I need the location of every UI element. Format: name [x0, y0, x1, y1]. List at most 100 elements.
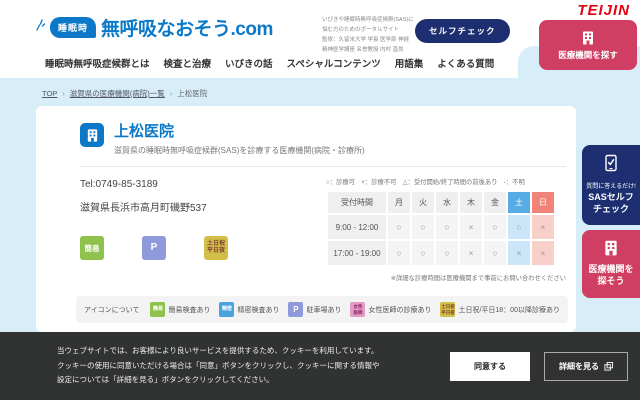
schedule-time: 17:00 - 19:00 [328, 241, 386, 265]
main-nav: 睡眠時無呼吸症候群とは 検査と治療 いびきの話 スペシャルコンテンツ 用語集 よ… [45, 56, 494, 70]
icon-legend-title: アイコンについて [84, 305, 139, 315]
site-tagline: いびきや睡眠時無呼吸症候群(SAS)に悩む方のためのポータルサイト 監修：久留米… [322, 16, 414, 56]
clinic-contact-column: Tel:0749-85-3189 滋賀県長浜市高月町磯野537 簡易 P 土日祝… [80, 177, 326, 282]
clinic-address: 滋賀県長浜市高月町磯野537 [80, 199, 326, 214]
schedule-mark-sat: × [508, 241, 530, 265]
selfcheck-button[interactable]: セルフチェック [415, 19, 510, 43]
schedule-mark-sun: × [532, 241, 554, 265]
cookie-line2: クッキーの使用に同意いただける場合は「同意」ボタンをクリックし、クッキーに関する… [57, 359, 436, 374]
breadcrumb-separator: › [62, 89, 65, 98]
schedule-header-sat: 土 [508, 192, 530, 213]
schedule-mark: ○ [388, 215, 410, 239]
logo-badge: 睡眠時 [50, 17, 96, 38]
site-header: 睡眠時 無呼吸なおそう.com いびきや睡眠時無呼吸症候群(SAS)に悩む方のた… [0, 0, 640, 78]
schedule-mark: ○ [484, 215, 506, 239]
breadcrumb-top-link[interactable]: TOP [42, 89, 57, 98]
schedule-legend: ○：診療可 ×：診療不可 △：受付開始/終了時間の前後あり -：不明 [326, 177, 568, 186]
clinic-card: 上松医院 滋賀県の睡眠時無呼吸症候群(SAS)を診療する医療機関(病院・診療所)… [36, 106, 576, 332]
logo-spark-icon [36, 19, 45, 31]
nav-item-faq[interactable]: よくある質問 [437, 56, 494, 70]
legend-item-simple: 簡易 簡易検査あり [150, 302, 210, 317]
schedule-mark: × [460, 215, 482, 239]
simple-test-badge: 簡易 [80, 236, 104, 260]
icon-legend-bar: アイコンについて 簡易 簡易検査あり 精密 精密検査あり P 駐車場あり 女性 … [76, 296, 568, 323]
weekend-night-badge: 土日祝 平日夜 [204, 236, 228, 260]
find-hospital-side-button[interactable]: 医療機関を 探そう [582, 230, 640, 297]
parking-badge: P [142, 236, 166, 260]
breadcrumb-separator: › [170, 89, 173, 98]
tablet-check-icon [602, 154, 620, 172]
find-hospital-side-label: 医療機関を 探そう [585, 264, 637, 287]
schedule-row-morning: 9:00 - 12:00 ○ ○ ○ × ○ ○ × [328, 215, 554, 239]
tagline-line2: 監修：久留米大学 学長 医学部 神経精神医学講座 名誉教授 内村 直尚 [322, 36, 414, 56]
legend-item-female-doctor: 女性 医師 女性医師の診療あり [350, 302, 431, 317]
schedule-row-evening: 17:00 - 19:00 ○ ○ ○ × ○ × × [328, 241, 554, 265]
schedule-header-thu: 木 [460, 192, 482, 213]
legend-label: 簡易検査あり [168, 305, 210, 315]
nav-item-glossary[interactable]: 用語集 [395, 56, 424, 70]
precise-test-badge-small: 精密 [219, 302, 234, 317]
hospital-building-icon [580, 30, 596, 46]
breadcrumb-prefecture-list-link[interactable]: 滋賀県の医療機関(病院)一覧 [70, 88, 165, 99]
clinic-name: 上松医院 [114, 123, 365, 141]
schedule-header-tue: 火 [412, 192, 434, 213]
sas-selfcheck-button[interactable]: 質問に答えるだけ! SASセルフ チェック [582, 145, 640, 225]
schedule-header-time: 受付時間 [328, 192, 386, 213]
simple-test-badge-small: 簡易 [150, 302, 165, 317]
clinic-title-block: 上松医院 滋賀県の睡眠時無呼吸症候群(SAS)を診療する医療機関(病院・診療所) [114, 123, 365, 156]
schedule-header-sun: 日 [532, 192, 554, 213]
schedule-mark: ○ [412, 215, 434, 239]
external-link-icon [604, 362, 613, 371]
legend-label: 女性医師の診療あり [368, 305, 431, 315]
schedule-mark: ○ [436, 215, 458, 239]
cookie-detail-label: 詳細を見る [559, 361, 599, 372]
teijin-logo[interactable]: TEIJIN [577, 2, 630, 19]
clinic-description: 滋賀県の睡眠時無呼吸症候群(SAS)を診療する医療機関(病院・診療所) [114, 145, 365, 156]
clinic-header: 上松医院 滋賀県の睡眠時無呼吸症候群(SAS)を診療する医療機関(病院・診療所) [36, 106, 576, 156]
selfcheck-small-label: 質問に答えるだけ! [585, 181, 637, 190]
legend-label: 駐車場あり [306, 305, 341, 315]
schedule-header-row: 受付時間 月 火 水 木 金 土 日 [328, 192, 554, 213]
cookie-buttons: 同意する 詳細を見る [450, 352, 628, 381]
schedule-mark-sun: × [532, 215, 554, 239]
logo-text: 無呼吸なおそう.com [101, 14, 273, 41]
schedule-header-wed: 水 [436, 192, 458, 213]
parking-badge-small: P [288, 302, 303, 317]
nav-item-about-sas[interactable]: 睡眠時無呼吸症候群とは [45, 56, 150, 70]
schedule-table: 受付時間 月 火 水 木 金 土 日 9:00 - 12:00 ○ ○ ○ [326, 190, 556, 267]
schedule-mark: ○ [436, 241, 458, 265]
legend-item-weekend-night: 土日祝 平日夜 土日祝/平日18：00以降診療あり [440, 302, 560, 317]
schedule-mark: ○ [388, 241, 410, 265]
tagline-line1: いびきや睡眠時無呼吸症候群(SAS)に悩む方のためのポータルサイト [322, 16, 414, 36]
schedule-header-mon: 月 [388, 192, 410, 213]
legend-item-parking: P 駐車場あり [288, 302, 341, 317]
female-doctor-badge-small: 女性 医師 [350, 302, 365, 317]
clinic-tel: Tel:0749-85-3189 [80, 179, 326, 190]
page: 睡眠時 無呼吸なおそう.com いびきや睡眠時無呼吸症候群(SAS)に悩む方のた… [0, 0, 640, 400]
schedule-mark: ○ [484, 241, 506, 265]
nav-item-special-contents[interactable]: スペシャルコンテンツ [287, 56, 381, 70]
schedule-mark: ○ [412, 241, 434, 265]
schedule-note: ※詳細な診療時間は医療機関まで事前にお問い合わせください [326, 273, 568, 282]
schedule-time: 9:00 - 12:00 [328, 215, 386, 239]
cookie-line3: 設定については「詳細を見る」ボタンをクリックしてください。 [57, 373, 436, 388]
clinic-body: Tel:0749-85-3189 滋賀県長浜市高月町磯野537 簡易 P 土日祝… [36, 167, 576, 282]
legend-label: 精密検査あり [237, 305, 279, 315]
selfcheck-big-label: SASセルフ チェック [585, 192, 637, 215]
breadcrumb: TOP › 滋賀県の医療機関(病院)一覧 › 上松医院 [42, 88, 207, 99]
hospital-building-icon [602, 239, 620, 257]
legend-label: 土日祝/平日18：00以降診療あり [458, 305, 560, 315]
site-logo[interactable]: 睡眠時 無呼吸なおそう.com [36, 14, 273, 41]
clinic-building-icon [80, 123, 104, 147]
cookie-detail-button[interactable]: 詳細を見る [544, 352, 628, 381]
find-hospital-label: 医療機関を探す [558, 49, 618, 61]
schedule-mark: × [460, 241, 482, 265]
cookie-agree-button[interactable]: 同意する [450, 352, 530, 381]
nav-item-snoring[interactable]: いびきの話 [225, 56, 273, 70]
cookie-banner: 当ウェブサイトでは、お客様により良いサービスを提供するため、クッキーを利用してい… [0, 332, 640, 400]
floating-side-buttons: 質問に答えるだけ! SASセルフ チェック 医療機関を 探そう [582, 145, 640, 298]
weekend-night-badge-small: 土日祝 平日夜 [440, 302, 455, 317]
nav-item-exam-treatment[interactable]: 検査と治療 [164, 56, 212, 70]
schedule-mark-sat: ○ [508, 215, 530, 239]
find-hospital-button[interactable]: 医療機関を探す [539, 20, 637, 70]
